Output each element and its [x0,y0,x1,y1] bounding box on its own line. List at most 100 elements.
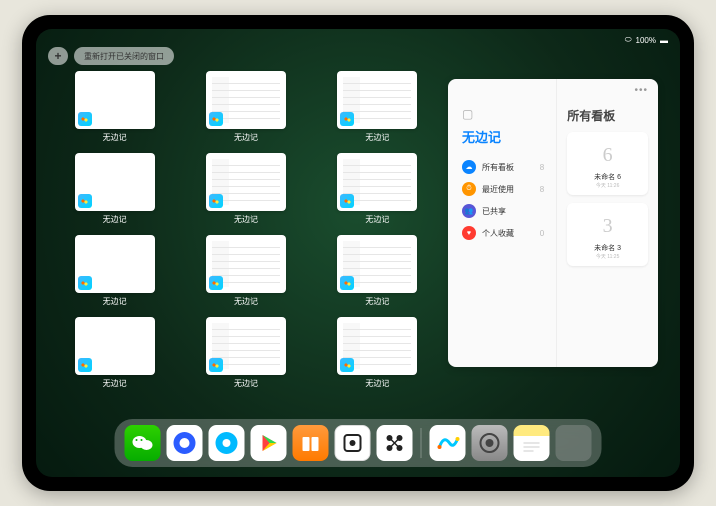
ipad-device-frame: ⬭ 100% ▬ + 重新打开已关闭的窗口 无边记无边记无边记无边记无边记无边记… [22,15,694,491]
freeform-app-icon [340,194,354,208]
window-thumbnail[interactable]: 无边记 [58,71,171,143]
status-bar: ⬭ 100% ▬ [36,33,680,47]
dock-icon-browser-1[interactable] [167,425,203,461]
window-thumbnail[interactable]: 无边记 [321,71,434,143]
dock-icon-settings[interactable] [472,425,508,461]
window-thumbnail[interactable]: 无边记 [189,153,302,225]
window-thumbnail[interactable]: 无边记 [321,235,434,307]
window-thumbnail[interactable]: 无边记 [58,153,171,225]
dock-icon-notes[interactable] [514,425,550,461]
thumbnail-label: 无边记 [365,296,389,307]
sidebar-item-count: 8 [540,185,544,194]
reopen-closed-window-button[interactable]: 重新打开已关闭的窗口 [74,47,174,65]
sidebar-item-label: 个人收藏 [482,228,514,239]
sidebar-item-label: 最近使用 [482,184,514,195]
thumbnail-preview[interactable] [337,153,417,211]
freeform-app-icon [78,276,92,290]
thumbnail-preview[interactable] [206,235,286,293]
freeform-app-icon [78,194,92,208]
thumbnail-label: 无边记 [103,296,127,307]
purple-category-icon: 👥 [462,204,476,218]
board-card[interactable]: 6未命名 6今天 11:26 [567,132,648,195]
freeform-app-icon [209,112,223,126]
sidebar-item[interactable]: ⏱ 最近使用 8 [462,178,544,200]
thumbnail-preview[interactable] [75,153,155,211]
thumbnail-label: 无边记 [365,132,389,143]
sidebar-item[interactable]: ☁ 所有看板 8 [462,156,544,178]
red-category-icon: ♥ [462,226,476,240]
freeform-app-icon [209,358,223,372]
thumbnail-preview[interactable] [75,235,155,293]
orange-category-icon: ⏱ [462,182,476,196]
dock-icon-play[interactable] [251,425,287,461]
board-preview: 3 [589,209,627,243]
freeform-app-icon [209,194,223,208]
panel-content-title: 所有看板 [567,107,648,124]
sidebar-item-label: 所有看板 [482,162,514,173]
thumbnail-preview[interactable] [337,71,417,129]
thumbnail-preview[interactable] [75,71,155,129]
window-thumbnail[interactable]: 无边记 [189,317,302,389]
freeform-app-icon [340,358,354,372]
window-thumbnail[interactable]: 无边记 [189,235,302,307]
thumbnail-label: 无边记 [234,132,258,143]
window-thumbnail[interactable]: 无边记 [58,235,171,307]
battery-label: 100% [636,36,656,45]
window-thumbnails-grid: 无边记无边记无边记无边记无边记无边记无边记无边记无边记无边记无边记无边记 [58,71,434,419]
sidebar-item[interactable]: ♥ 个人收藏 0 [462,222,544,244]
sidebar-item-count: 8 [540,163,544,172]
sidebar-item-label: 已共享 [482,206,506,217]
dock-icon-app-2[interactable] [377,425,413,461]
board-card[interactable]: 3未命名 3今天 11:25 [567,203,648,266]
panel-sidebar: ▢ 无边记 ☁ 所有看板 8 ⏱ 最近使用 8 👥 已共享 ♥ 个人收藏 0 [448,79,557,367]
panel-more-icon[interactable]: ••• [634,85,648,96]
sidebar-title: 无边记 [462,127,544,146]
thumbnail-label: 无边记 [365,214,389,225]
thumbnail-label: 无边记 [103,378,127,389]
window-thumbnail[interactable]: 无边记 [321,153,434,225]
dock-icon-app-1[interactable] [335,425,371,461]
ipad-screen: ⬭ 100% ▬ + 重新打开已关闭的窗口 无边记无边记无边记无边记无边记无边记… [36,29,680,477]
dock-separator [421,428,422,458]
thumbnail-label: 无边记 [234,214,258,225]
thumbnail-label: 无边记 [234,378,258,389]
panel-content: 所有看板 6未命名 6今天 11:26 3未命名 3今天 11:25 [557,79,658,367]
board-name: 未命名 3 [594,243,621,253]
thumbnail-label: 无边记 [365,378,389,389]
freeform-app-icon [78,358,92,372]
freeform-app-icon [340,112,354,126]
freeform-app-icon [78,112,92,126]
thumbnail-label: 无边记 [103,132,127,143]
dock-icon-books[interactable] [293,425,329,461]
board-preview: 6 [589,138,627,172]
wifi-icon: ⬭ [625,35,632,45]
thumbnail-preview[interactable] [206,71,286,129]
dock [115,419,602,467]
board-timestamp: 今天 11:25 [596,253,620,260]
freeform-app-icon [340,276,354,290]
freeform-app-icon [209,276,223,290]
dock-icon-freeform[interactable] [430,425,466,461]
board-timestamp: 今天 11:26 [596,182,620,189]
window-thumbnail[interactable]: 无边记 [58,317,171,389]
thumbnail-preview[interactable] [75,317,155,375]
blue-category-icon: ☁ [462,160,476,174]
thumbnail-preview[interactable] [206,153,286,211]
thumbnail-preview[interactable] [337,235,417,293]
thumbnail-preview[interactable] [206,317,286,375]
window-thumbnail[interactable]: 无边记 [321,317,434,389]
freeform-app-panel[interactable]: ••• ▢ 无边记 ☁所有看板8⏱最近使用8👥已共享♥个人收藏0 所有看板 6未… [448,79,658,367]
board-name: 未命名 6 [594,172,621,182]
dock-icon-browser-2[interactable] [209,425,245,461]
sidebar-item-count: 0 [540,229,544,238]
add-button[interactable]: + [48,47,68,65]
battery-icon: ▬ [660,36,668,45]
thumbnail-label: 无边记 [103,214,127,225]
thumbnail-preview[interactable] [337,317,417,375]
sidebar-item[interactable]: 👥 已共享 [462,200,544,222]
dock-icon-recent-apps[interactable] [556,425,592,461]
thumbnail-label: 无边记 [234,296,258,307]
sidebar-toggle-icon[interactable]: ▢ [462,107,544,121]
dock-icon-wechat[interactable] [125,425,161,461]
window-thumbnail[interactable]: 无边记 [189,71,302,143]
